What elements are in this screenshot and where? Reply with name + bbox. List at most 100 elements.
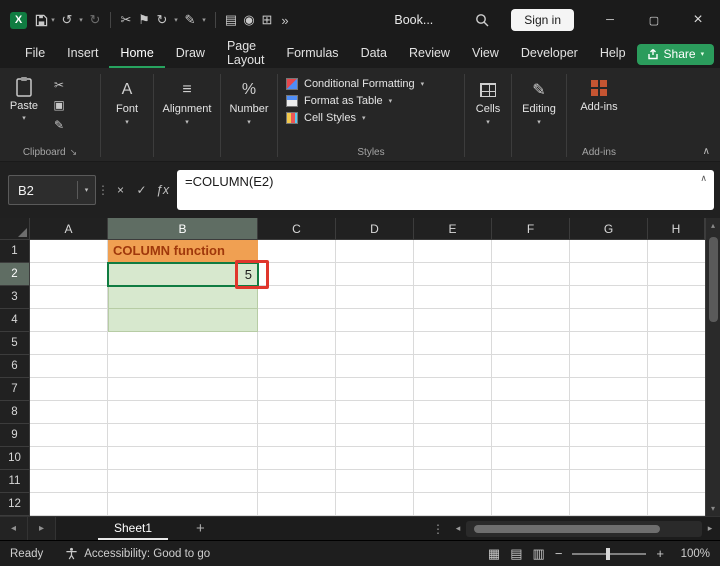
document-icon[interactable]: ▤ <box>222 12 240 28</box>
table-icon[interactable]: ⊞ <box>258 12 276 28</box>
share-button[interactable]: Share ▾ <box>636 43 715 65</box>
select-all-button[interactable] <box>0 218 30 240</box>
formula-bar-dots-icon[interactable]: ⋮ <box>96 183 110 197</box>
horizontal-scrollbar-thumb[interactable] <box>474 524 660 533</box>
zoom-level[interactable]: 100% <box>674 548 710 560</box>
row-header-2[interactable]: 2 <box>0 263 30 286</box>
row-header-6[interactable]: 6 <box>0 355 30 378</box>
cut-icon[interactable]: ✂ <box>48 78 70 92</box>
name-box[interactable]: B2 ▾ <box>8 175 96 205</box>
addins-group-button[interactable]: Add-ins Add-ins <box>567 68 631 161</box>
collapse-ribbon-icon[interactable]: ∧ <box>703 146 710 157</box>
tab-formulas[interactable]: Formulas <box>275 40 349 68</box>
hscroll-right-icon[interactable]: ▸ <box>702 523 718 534</box>
sheet-tab-sheet1[interactable]: Sheet1 <box>98 517 169 540</box>
tab-data[interactable]: Data <box>350 40 398 68</box>
refresh-dropdown-icon[interactable]: ▾ <box>171 16 181 24</box>
camera-icon[interactable]: ◉ <box>240 12 258 28</box>
row-header-8[interactable]: 8 <box>0 401 30 424</box>
zoom-out-button[interactable]: − <box>555 546 563 561</box>
horizontal-scrollbar[interactable]: ◂ ▸ <box>450 520 718 537</box>
format-as-table-button[interactable]: Format as Table ▾ <box>286 95 464 107</box>
vertical-scrollbar[interactable]: ▴ ▾ <box>705 218 720 516</box>
redo-icon[interactable]: ↻ <box>86 12 104 28</box>
tab-page-layout[interactable]: Page Layout <box>216 39 276 68</box>
flag-icon[interactable]: ⚑ <box>135 12 153 28</box>
hscroll-track[interactable] <box>466 520 702 537</box>
paste-button[interactable]: Paste ▾ <box>0 76 48 145</box>
column-header-b[interactable]: B <box>108 218 258 240</box>
insert-function-icon[interactable]: ƒx <box>152 183 173 197</box>
undo-icon[interactable]: ↺ <box>58 12 76 28</box>
cells-group-button[interactable]: Cells ▾ <box>465 68 511 161</box>
column-header-h[interactable]: H <box>648 218 705 240</box>
search-icon[interactable] <box>471 13 493 27</box>
number-group-button[interactable]: % Number ▾ <box>221 68 277 161</box>
sign-in-button[interactable]: Sign in <box>511 9 574 31</box>
editing-group-button[interactable]: ✎ Editing ▾ <box>512 68 566 161</box>
zoom-slider-thumb[interactable] <box>605 547 610 560</box>
cancel-entry-icon[interactable]: × <box>110 183 131 197</box>
tab-view[interactable]: View <box>461 40 510 68</box>
undo-dropdown-icon[interactable]: ▾ <box>76 16 86 24</box>
tab-developer[interactable]: Developer <box>510 40 589 68</box>
page-break-view-icon[interactable]: ▥ <box>533 546 545 562</box>
add-sheet-button[interactable]: + <box>196 520 205 537</box>
row-header-3[interactable]: 3 <box>0 286 30 309</box>
close-button[interactable]: × <box>676 0 720 40</box>
column-header-c[interactable]: C <box>258 218 336 240</box>
conditional-formatting-button[interactable]: Conditional Formatting ▾ <box>286 78 464 90</box>
row-header-4[interactable]: 4 <box>0 309 30 332</box>
font-group-button[interactable]: A Font ▾ <box>101 68 153 161</box>
collapse-formula-bar-icon[interactable]: ∧ <box>700 173 707 184</box>
draw-pen-icon[interactable]: ✎ <box>181 12 199 28</box>
row-header-11[interactable]: 11 <box>0 470 30 493</box>
maximize-button[interactable]: ▢ <box>632 0 676 40</box>
scroll-up-icon[interactable]: ▴ <box>706 218 720 233</box>
paste-dropdown-icon[interactable]: ▾ <box>22 114 26 122</box>
save-icon[interactable] <box>35 14 48 27</box>
toolbar-overflow-icon[interactable]: » <box>276 13 294 28</box>
tab-insert[interactable]: Insert <box>56 40 109 68</box>
tab-review[interactable]: Review <box>398 40 461 68</box>
minimize-button[interactable]: ─ <box>588 0 632 40</box>
column-header-a[interactable]: A <box>30 218 108 240</box>
sheet-nav-left-icon[interactable]: ◂ <box>0 517 28 540</box>
alignment-group-button[interactable]: ≡ Alignment ▾ <box>154 68 220 161</box>
enter-entry-icon[interactable]: ✓ <box>131 183 152 197</box>
cell-b3[interactable] <box>109 286 257 309</box>
normal-view-icon[interactable]: ▦ <box>488 546 500 562</box>
tab-file[interactable]: File <box>14 40 56 68</box>
column-header-d[interactable]: D <box>336 218 414 240</box>
column-header-e[interactable]: E <box>414 218 492 240</box>
cell-styles-button[interactable]: Cell Styles ▾ <box>286 112 464 124</box>
cut-icon[interactable]: ✂ <box>117 12 135 28</box>
tab-draw[interactable]: Draw <box>165 40 216 68</box>
row-header-9[interactable]: 9 <box>0 424 30 447</box>
format-painter-icon[interactable]: ✎ <box>48 118 70 132</box>
row-header-5[interactable]: 5 <box>0 332 30 355</box>
formula-input[interactable]: =COLUMN(E2) ∧ <box>177 170 714 210</box>
save-dropdown-icon[interactable]: ▾ <box>48 16 58 24</box>
column-header-f[interactable]: F <box>492 218 570 240</box>
name-box-dropdown-icon[interactable]: ▾ <box>78 186 95 194</box>
tab-home[interactable]: Home <box>109 40 165 68</box>
accessibility-status[interactable]: Accessibility: Good to go <box>65 547 210 560</box>
copy-icon[interactable]: ▣ <box>48 98 70 112</box>
vertical-scrollbar-thumb[interactable] <box>709 237 718 322</box>
tab-help[interactable]: Help <box>589 40 637 68</box>
zoom-in-button[interactable]: + <box>656 546 664 561</box>
scroll-down-icon[interactable]: ▾ <box>706 501 720 516</box>
sheet-bar-dots-icon[interactable]: ⋮ <box>432 517 444 540</box>
cell-b4[interactable] <box>109 309 257 332</box>
page-layout-view-icon[interactable]: ▤ <box>510 546 522 562</box>
row-header-10[interactable]: 10 <box>0 447 30 470</box>
column-header-g[interactable]: G <box>570 218 648 240</box>
hscroll-left-icon[interactable]: ◂ <box>450 523 466 534</box>
refresh-icon[interactable]: ↻ <box>153 12 171 28</box>
row-header-12[interactable]: 12 <box>0 493 30 516</box>
zoom-slider[interactable] <box>572 547 647 561</box>
row-header-7[interactable]: 7 <box>0 378 30 401</box>
clipboard-dialog-launcher-icon[interactable]: ↘ <box>70 147 78 158</box>
sheet-nav-right-icon[interactable]: ▸ <box>28 517 56 540</box>
